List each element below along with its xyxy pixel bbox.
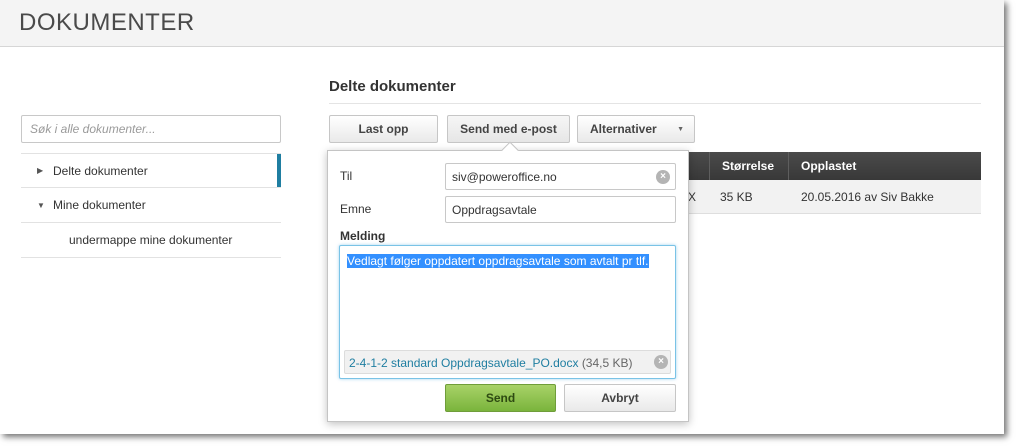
cell-uploaded: 20.05.2016 av Siv Bakke	[801, 190, 934, 204]
chevron-right-icon: ▶	[37, 166, 44, 175]
column-divider	[788, 152, 789, 180]
documents-window: DOKUMENTER ▶ Delte dokumenter ▼ Mine dok…	[0, 0, 1004, 434]
send-email-button[interactable]: Send med e-post	[447, 115, 570, 143]
table-header: Størrelse Opplastet	[686, 152, 981, 180]
section-title: Delte dokumenter	[329, 78, 456, 95]
sidebar-item-subfolder[interactable]: undermappe mine dokumenter	[21, 223, 281, 258]
folder-list: ▶ Delte dokumenter ▼ Mine dokumenter und…	[21, 153, 281, 258]
to-field[interactable]	[445, 163, 676, 190]
options-dropdown[interactable]: Alternativer ▼	[577, 115, 695, 143]
attachment-size: (34,5 KB)	[581, 356, 633, 370]
subject-label: Emne	[340, 202, 372, 216]
remove-attachment-icon[interactable]: ×	[654, 355, 668, 369]
message-label: Melding	[340, 229, 386, 243]
to-label: Til	[340, 169, 353, 183]
clear-icon[interactable]: ×	[656, 170, 670, 184]
cancel-button[interactable]: Avbryt	[564, 384, 676, 412]
attachment-label: 2-4-1-2 standard Oppdragsavtale_PO.docx …	[349, 356, 633, 370]
message-selection: Vedlagt følger oppdatert oppdragsavtale …	[347, 254, 649, 268]
column-header-uploaded[interactable]: Opplastet	[801, 159, 856, 173]
sidebar-item-my-documents[interactable]: ▼ Mine dokumenter	[21, 188, 281, 223]
sidebar-item-label: Delte dokumenter	[53, 163, 148, 178]
subject-field[interactable]	[445, 196, 676, 223]
caret-down-icon: ▼	[677, 126, 684, 133]
column-header-size[interactable]: Størrelse	[722, 159, 774, 173]
column-divider	[709, 152, 710, 180]
divider	[329, 103, 981, 104]
sidebar-item-label: Mine dokumenter	[53, 198, 146, 212]
send-button[interactable]: Send	[445, 384, 556, 412]
page-title: DOKUMENTER	[19, 9, 195, 36]
message-text: Vedlagt følger oppdatert oppdragsavtale …	[347, 254, 649, 268]
upload-button[interactable]: Last opp	[329, 115, 438, 143]
chevron-down-icon: ▼	[37, 200, 45, 210]
options-label: Alternativer	[590, 122, 657, 136]
cell-name: X	[688, 190, 697, 204]
cell-size: 35 KB	[720, 190, 753, 204]
sidebar-item-shared-documents[interactable]: ▶ Delte dokumenter	[21, 153, 281, 188]
search-input[interactable]	[21, 115, 281, 143]
attachment-chip[interactable]: 2-4-1-2 standard Oppdragsavtale_PO.docx …	[344, 350, 671, 374]
attachment-name[interactable]: 2-4-1-2 standard Oppdragsavtale_PO.docx	[349, 356, 578, 370]
sidebar-item-label: undermappe mine dokumenter	[69, 233, 233, 247]
message-textarea[interactable]: Vedlagt følger oppdatert oppdragsavtale …	[339, 245, 676, 379]
page-header: DOKUMENTER	[0, 0, 1004, 47]
table-row[interactable]: X 35 KB 20.05.2016 av Siv Bakke	[686, 180, 981, 214]
